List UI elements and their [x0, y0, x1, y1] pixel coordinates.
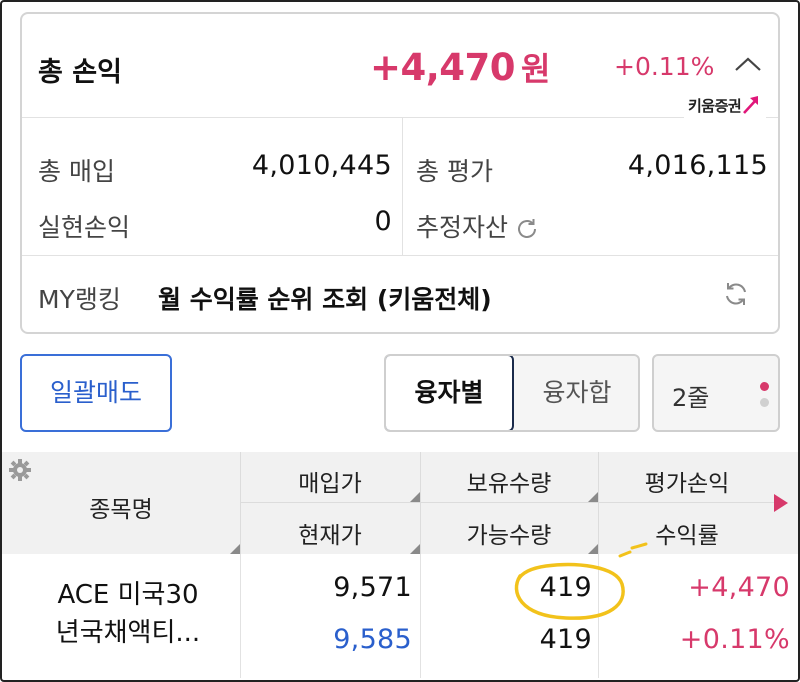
holding-qty: 419 — [539, 572, 592, 603]
total-pl-rate: +0.11% — [614, 52, 715, 81]
total-pl-label: 총 손익 — [38, 57, 122, 88]
refresh-icon[interactable] — [514, 216, 540, 242]
buy-price: 9,571 — [333, 572, 412, 603]
scroll-right-arrow-icon[interactable] — [774, 494, 788, 512]
col-header-available-qty[interactable]: 가능수량 — [420, 516, 598, 550]
current-price: 9,585 — [333, 624, 412, 655]
gear-icon[interactable] — [8, 458, 32, 482]
col-header-buy-price[interactable]: 매입가 — [240, 464, 420, 498]
brand-watermark: 키움증권 — [684, 92, 767, 122]
table-row[interactable]: ACE 미국30 년국채액티... 9,571 9,585 419 419 +4… — [2, 554, 798, 678]
tab-loan-sum[interactable]: 융자합 — [514, 356, 638, 430]
stock-name: ACE 미국30 년국채액티... — [18, 576, 238, 652]
cell-divider — [420, 554, 421, 678]
tab-by-loan[interactable]: 융자별 — [386, 356, 514, 430]
cell-divider — [240, 554, 241, 678]
total-evaluation-value: 4,016,115 — [627, 150, 768, 181]
total-pl-unit: 원 — [521, 50, 550, 88]
stock-name-line: ACE 미국30 — [57, 580, 199, 610]
sort-indicator — [410, 544, 420, 554]
estimated-assets-label[interactable]: 추정자산 — [416, 208, 540, 244]
total-pl-row: 총 손익 +4,470 원 +0.11% — [22, 14, 778, 118]
loan-view-toggle: 융자별 융자합 — [384, 354, 640, 432]
account-summary-card: 총 손익 +4,470 원 +0.11% 총 매입 4,010,445 실현손익 … — [20, 12, 780, 334]
header-row-divider — [240, 502, 780, 503]
sort-indicator — [588, 492, 598, 502]
total-pl-amount: +4,470 원 — [370, 46, 550, 89]
realized-pl-value: 0 — [374, 206, 392, 237]
col-header-name[interactable]: 종목명 — [2, 490, 240, 524]
col-header-eval-pl[interactable]: 평가손익 — [598, 464, 776, 498]
refresh-icon[interactable] — [722, 280, 750, 308]
eval-pl: +4,470 — [688, 572, 790, 603]
sort-indicator — [230, 544, 240, 554]
my-ranking-row[interactable]: MY랭킹 월 수익률 순위 조회 (키움전체) — [22, 256, 778, 332]
row-count-select[interactable]: 2줄 — [652, 354, 780, 432]
col-header-return-rate[interactable]: 수익률 — [598, 516, 776, 550]
col-header-current-price[interactable]: 현재가 — [240, 516, 420, 550]
row-count-label: 2줄 — [672, 384, 710, 412]
page-dot — [760, 398, 769, 407]
col-header-holding-qty[interactable]: 보유수량 — [420, 464, 598, 498]
sort-indicator — [410, 492, 420, 502]
stock-name-line: 년국채액티... — [55, 618, 201, 648]
cell-divider — [598, 554, 599, 678]
chevron-up-icon — [735, 57, 761, 71]
my-ranking-label: MY랭킹 — [38, 285, 121, 314]
total-purchase-value: 4,010,445 — [251, 150, 392, 181]
bulk-sell-button[interactable]: 일괄매도 — [20, 354, 172, 432]
return-rate: +0.11% — [679, 624, 790, 655]
page-dot-active — [760, 382, 769, 391]
total-purchase-label: 총 매입 — [38, 157, 115, 186]
monthly-return-ranking-link[interactable]: 월 수익률 순위 조회 (키움전체) — [158, 280, 492, 316]
total-evaluation-label: 총 평가 — [416, 157, 493, 186]
collapse-button[interactable] — [730, 50, 766, 80]
available-qty: 419 — [539, 624, 592, 655]
sort-indicator — [588, 544, 598, 554]
summary-details: 총 매입 4,010,445 실현손익 0 총 평가 4,016,115 추정자… — [22, 118, 778, 256]
brand-arrow-icon — [743, 96, 759, 114]
realized-pl-label: 실현손익 — [38, 213, 131, 242]
holdings-table-header: 종목명 매입가 현재가 보유수량 가능수량 평가손익 수익률 — [2, 452, 798, 554]
column-divider — [402, 118, 403, 256]
